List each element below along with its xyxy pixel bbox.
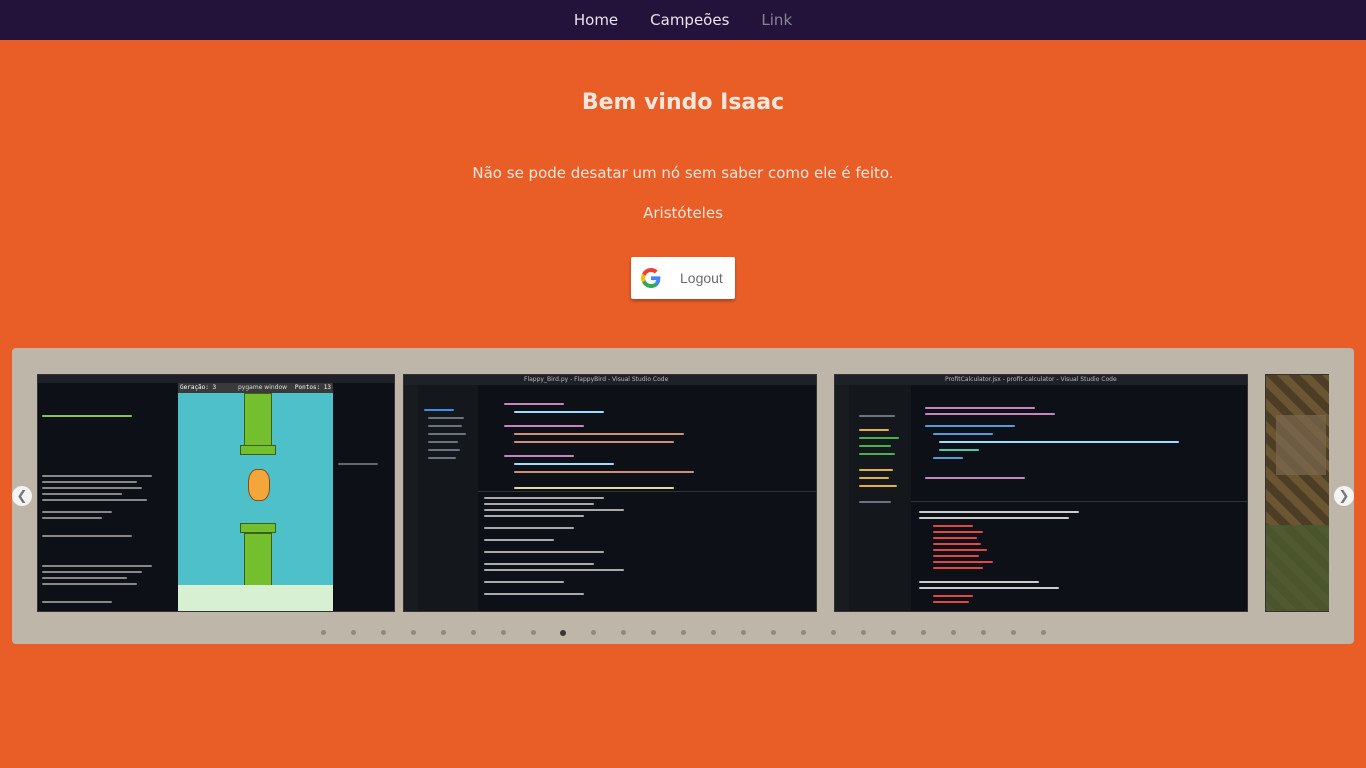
carousel-indicator-dot[interactable] [1028,630,1058,636]
quote-author: Aristóteles [643,204,723,222]
slide-flappy-bird[interactable]: Geração: 3 pygame window Pontos: 13 [37,374,395,612]
points-label: Pontos: 13 [294,384,331,391]
carousel-indicator-dot[interactable] [668,630,698,636]
window-title: pygame window [238,384,288,391]
carousel-indicator-dot[interactable] [458,630,488,636]
window-title: Flappy_Bird.py - FlappyBird - Visual Stu… [524,376,669,383]
nav-link[interactable]: Link [745,11,808,29]
carousel-indicator-dot[interactable] [788,630,818,636]
carousel-indicator-dot[interactable] [968,630,998,636]
chevron-left-icon: ❮ [16,488,28,504]
carousel-indicator-dot[interactable] [728,630,758,636]
generation-label: Geração: 3 [180,384,217,391]
carousel-indicator-dot[interactable] [338,630,368,636]
carousel-indicator-dot[interactable] [938,630,968,636]
screenshot-carousel: Geração: 3 pygame window Pontos: 13 Flap… [12,348,1354,644]
carousel-indicator-dot[interactable] [998,630,1028,636]
carousel-indicator-dot[interactable] [368,630,398,636]
carousel-next-button[interactable]: ❯ [1334,486,1354,506]
logout-button[interactable]: Logout [631,257,735,299]
carousel-indicator-dot[interactable] [698,630,728,636]
carousel-indicator-dot[interactable] [398,630,428,636]
navbar: Home Campeões Link [0,0,1366,40]
carousel-indicator-dot[interactable] [548,630,578,636]
slide-vscode-profit[interactable]: ProfitCalculator.jsx - profit-calculator… [834,374,1248,612]
carousel-indicator-dot[interactable] [878,630,908,636]
carousel-indicator-dot[interactable] [758,630,788,636]
pipe-top [244,393,272,449]
nav-home[interactable]: Home [558,11,634,29]
carousel-indicator-dot[interactable] [428,630,458,636]
chevron-right-icon: ❯ [1338,488,1350,504]
carousel-indicator-dot[interactable] [818,630,848,636]
carousel-indicator-dot[interactable] [638,630,668,636]
carousel-indicator-dot[interactable] [308,630,338,636]
quote-text: Não se pode desatar um nó sem saber como… [472,164,894,182]
logout-label: Logout [680,270,723,286]
window-title: ProfitCalculator.jsx - profit-calculator… [945,376,1117,383]
carousel-track: Geração: 3 pygame window Pontos: 13 Flap… [37,374,1329,612]
nav-campeoes[interactable]: Campeões [634,11,745,29]
pygame-window: Geração: 3 pygame window Pontos: 13 [178,383,333,611]
carousel-indicators [12,630,1354,636]
google-icon [641,268,661,288]
carousel-indicator-dot[interactable] [908,630,938,636]
carousel-indicator-dot[interactable] [848,630,878,636]
carousel-indicator-dot[interactable] [578,630,608,636]
welcome-title: Bem vindo Isaac [581,90,785,115]
carousel-indicator-dot[interactable] [488,630,518,636]
slide-vscode-flappy[interactable]: Flappy_Bird.py - FlappyBird - Visual Stu… [403,374,817,612]
carousel-indicator-dot[interactable] [608,630,638,636]
carousel-prev-button[interactable]: ❮ [12,486,32,506]
slide-game-tiles[interactable] [1265,374,1329,612]
carousel-indicator-dot[interactable] [518,630,548,636]
bird-icon [248,469,270,501]
